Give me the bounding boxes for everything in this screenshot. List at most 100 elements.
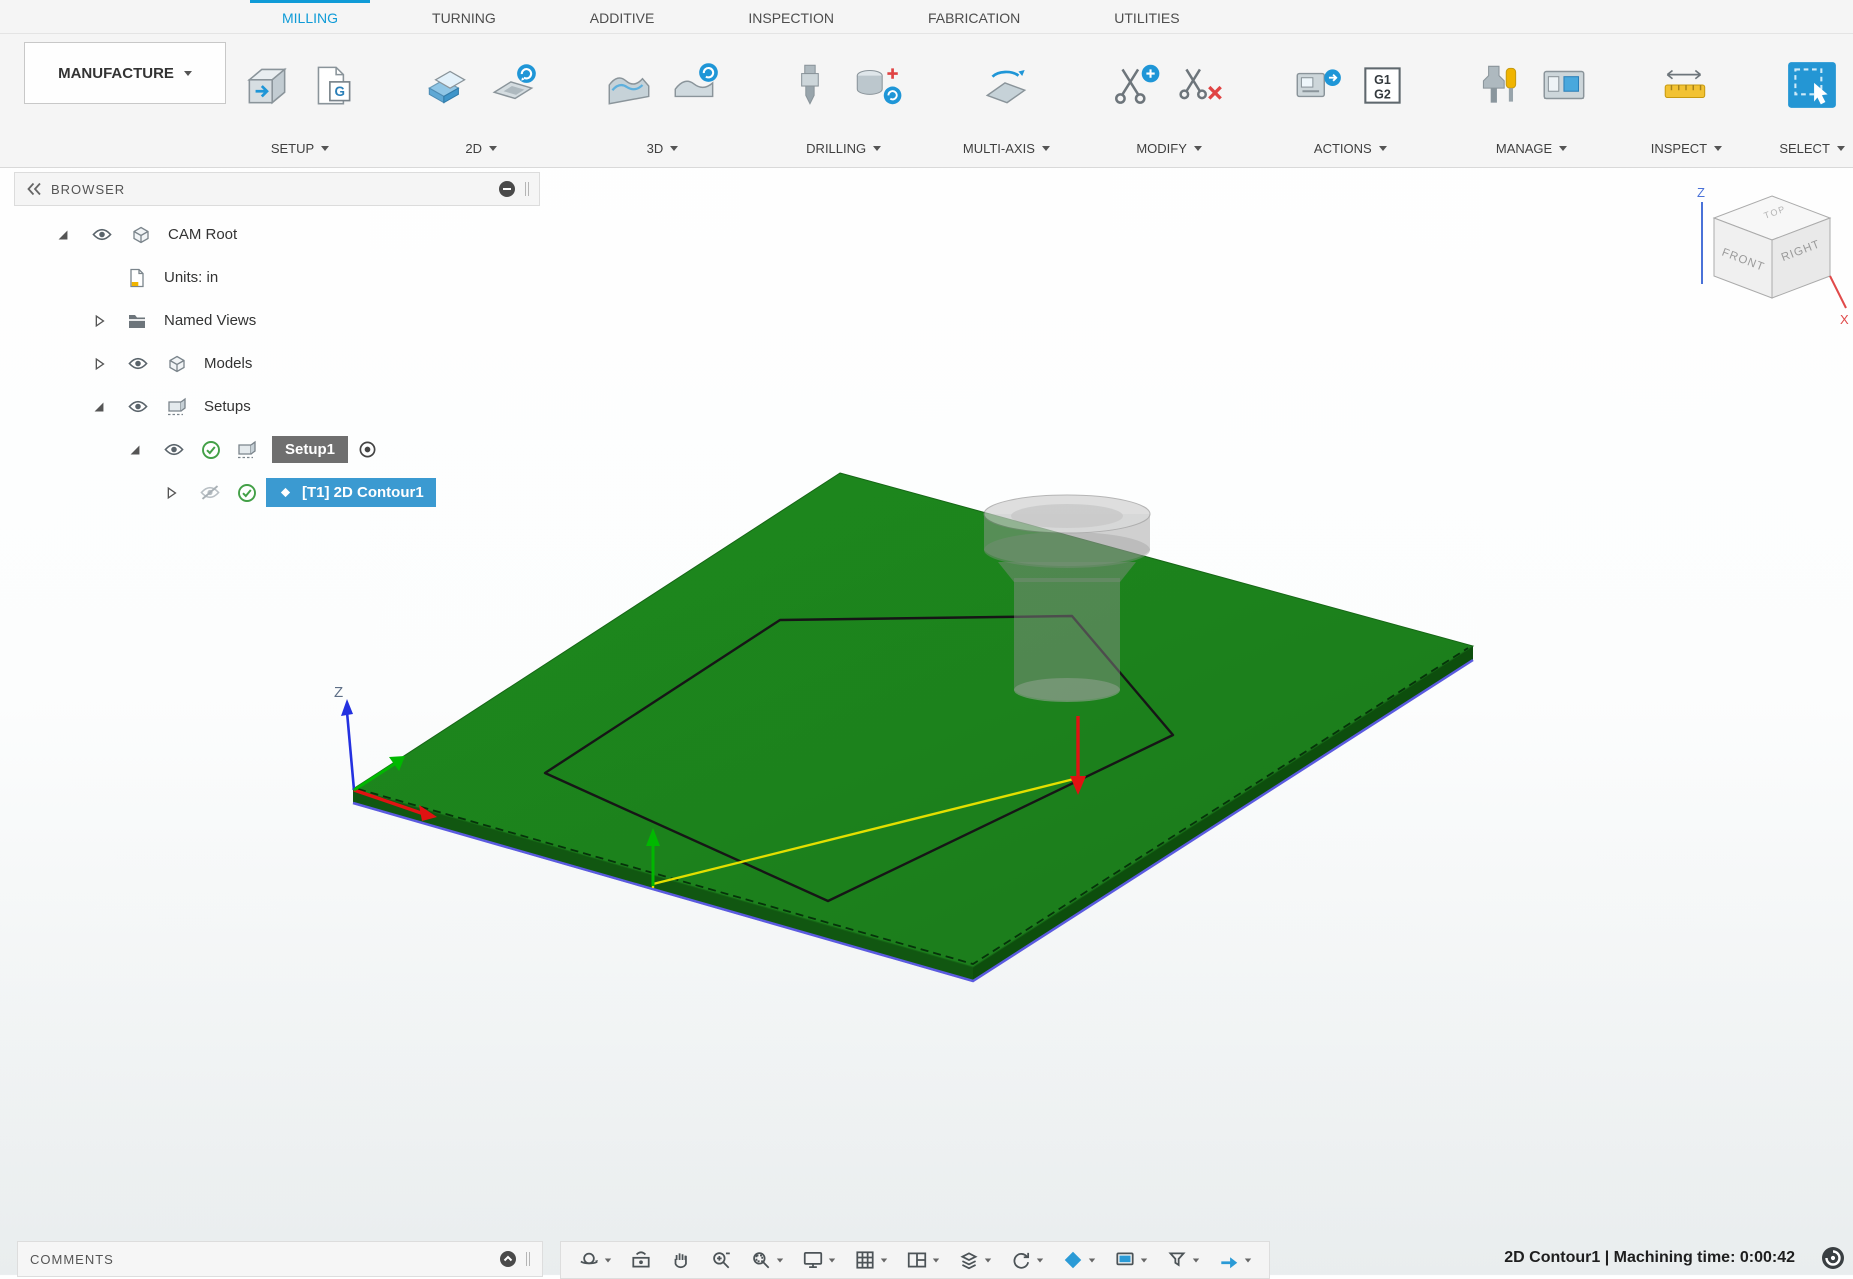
new-setup-icon[interactable]	[238, 58, 296, 112]
post-process-icon[interactable]	[1288, 58, 1346, 112]
effects-icon[interactable]	[1157, 1242, 1209, 1278]
visibility-icon[interactable]	[154, 442, 194, 457]
group-dropdown-actions[interactable]: ACTIONS	[1314, 136, 1387, 168]
expander-open-icon[interactable]	[80, 399, 118, 415]
tab-turning[interactable]: TURNING	[400, 0, 528, 33]
group-label-3d: 3D	[646, 140, 664, 156]
active-setup-radio-icon[interactable]	[358, 440, 377, 459]
collapse-panel-icon[interactable]	[25, 181, 43, 197]
chevron-down-icon	[1714, 145, 1723, 151]
browser-header: BROWSER	[14, 172, 540, 206]
tree-item-setup1[interactable]: Setup1	[14, 428, 540, 471]
group-label-modify: MODIFY	[1136, 140, 1187, 156]
group-dropdown-select[interactable]: SELECT	[1779, 136, 1845, 168]
tool-library-icon[interactable]	[1470, 58, 1528, 112]
group-icons-manage	[1470, 34, 1594, 136]
tree-item-label: Setups	[204, 398, 251, 415]
expander-closed-icon[interactable]	[80, 356, 118, 372]
delete-toolpath-icon[interactable]	[1173, 58, 1231, 112]
tab-utilities[interactable]: UTILITIES	[1082, 0, 1211, 33]
display-settings-icon[interactable]	[793, 1242, 845, 1278]
ribbon-group-modify: MODIFY	[1107, 34, 1231, 168]
environment-icon[interactable]	[1105, 1242, 1157, 1278]
tab-fabrication[interactable]: FABRICATION	[896, 0, 1052, 33]
group-dropdown-3d[interactable]: 3D	[647, 136, 679, 168]
expander-closed-icon[interactable]	[80, 313, 118, 329]
workspace-switcher[interactable]: MANUFACTURE	[24, 42, 226, 104]
chevron-down-icon	[1193, 145, 1202, 151]
view-cube[interactable]: Z TOP FRONT RIGHT X	[1692, 184, 1852, 359]
expand-comments-icon[interactable]	[499, 1250, 517, 1268]
visibility-icon[interactable]	[82, 227, 122, 242]
tab-inspection[interactable]: INSPECTION	[716, 0, 866, 33]
2d-contour-icon[interactable]	[485, 58, 543, 112]
visibility-off-icon[interactable]	[190, 485, 230, 500]
comments-bar[interactable]: COMMENTS	[17, 1241, 543, 1277]
tree-item-units-in[interactable]: Units: in	[14, 256, 540, 299]
chevron-down-icon	[1559, 145, 1568, 151]
tab-additive[interactable]: ADDITIVE	[558, 0, 687, 33]
select-icon[interactable]	[1783, 58, 1841, 112]
chevron-down-icon	[1836, 145, 1845, 151]
navigation-arrow-icon[interactable]	[1209, 1242, 1261, 1278]
folder-icon	[118, 312, 156, 330]
trim-toolpath-icon[interactable]	[1107, 58, 1165, 112]
expander-closed-icon[interactable]	[152, 485, 190, 501]
component-icon	[158, 354, 196, 374]
comments-drag-grip[interactable]	[526, 1252, 530, 1266]
visual-style-icon[interactable]	[949, 1242, 1001, 1278]
tree-item-named-views[interactable]: Named Views	[14, 299, 540, 342]
nc-program-icon[interactable]: G1 G2	[1354, 58, 1412, 112]
tab-milling[interactable]: MILLING	[250, 0, 371, 33]
appearance-icon[interactable]	[1053, 1242, 1105, 1278]
machine-library-icon[interactable]	[1536, 58, 1594, 112]
expander-open-icon[interactable]	[116, 442, 154, 458]
fit-icon[interactable]	[741, 1242, 793, 1278]
hide-browser-icon[interactable]	[498, 180, 516, 198]
tree-item-t1-2d-contour1[interactable]: [T1] 2D Contour1	[14, 471, 540, 514]
chevron-down-icon	[1088, 1258, 1096, 1262]
look-at-icon[interactable]	[621, 1242, 661, 1278]
3d-contour-icon[interactable]	[666, 58, 724, 112]
chevron-down-icon	[1036, 1258, 1044, 1262]
group-label-multi-axis: MULTI-AXIS	[962, 140, 1035, 156]
expander-open-icon[interactable]	[44, 227, 82, 243]
panel-drag-grip[interactable]	[525, 182, 529, 196]
drill-icon[interactable]	[782, 58, 840, 112]
selected-toolpath[interactable]: [T1] 2D Contour1	[266, 478, 436, 507]
camera-rotate-icon[interactable]	[1001, 1242, 1053, 1278]
3d-pocket-icon[interactable]	[600, 58, 658, 112]
tree-item-cam-root[interactable]: CAM Root	[14, 213, 540, 256]
measure-icon[interactable]	[1657, 58, 1715, 112]
group-icons-setup: G	[238, 34, 362, 136]
grid-settings-icon[interactable]	[845, 1242, 897, 1278]
svg-text:G1: G1	[1374, 73, 1391, 87]
group-icons-3d	[600, 34, 724, 136]
tree-item-setups[interactable]: Setups	[14, 385, 540, 428]
group-dropdown-multi-axis[interactable]: MULTI-AXIS	[963, 136, 1050, 168]
group-dropdown-modify[interactable]: MODIFY	[1136, 136, 1202, 168]
hole-recognition-icon[interactable]	[848, 58, 906, 112]
group-dropdown-2d[interactable]: 2D	[465, 136, 498, 168]
group-dropdown-setup[interactable]: SETUP	[271, 136, 330, 168]
visibility-icon[interactable]	[118, 399, 158, 414]
manual-nc-icon[interactable]: G	[304, 58, 362, 112]
chevron-down-icon	[1192, 1258, 1200, 1262]
stock-board[interactable]	[351, 472, 1475, 983]
pan-icon[interactable]	[661, 1242, 701, 1278]
orbit-icon[interactable]	[569, 1242, 621, 1278]
tree-item-models[interactable]: Models	[14, 342, 540, 385]
assistant-icon[interactable]	[1821, 1246, 1845, 1270]
viewports-icon[interactable]	[897, 1242, 949, 1278]
zoom-icon[interactable]	[701, 1242, 741, 1278]
viewcube-x-axis-line	[1829, 275, 1847, 309]
2d-pocket-icon[interactable]	[419, 58, 477, 112]
multi-axis-icon[interactable]	[977, 58, 1035, 112]
group-dropdown-manage[interactable]: MANAGE	[1496, 136, 1568, 168]
chevron-down-icon	[1244, 1258, 1252, 1262]
group-dropdown-drilling[interactable]: DRILLING	[806, 136, 882, 168]
visibility-icon[interactable]	[118, 356, 158, 371]
stock-top-face	[351, 472, 1475, 968]
chevron-down-icon	[932, 1258, 940, 1262]
group-dropdown-inspect[interactable]: INSPECT	[1651, 136, 1723, 168]
